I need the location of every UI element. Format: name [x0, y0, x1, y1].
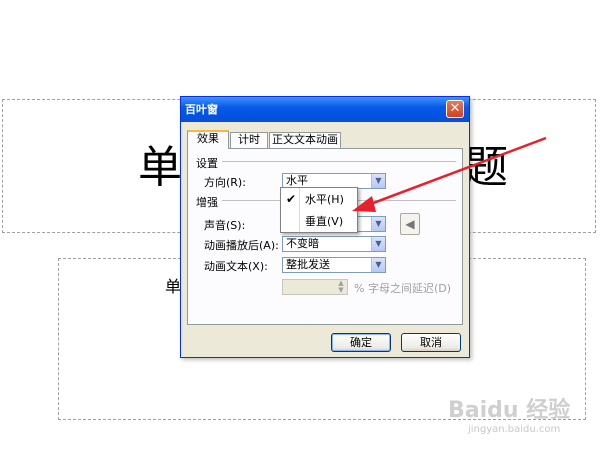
- annotation-arrow-head: [352, 196, 376, 212]
- annotation-arrow-shaft: [367, 136, 547, 207]
- annotation-arrow: [352, 136, 547, 212]
